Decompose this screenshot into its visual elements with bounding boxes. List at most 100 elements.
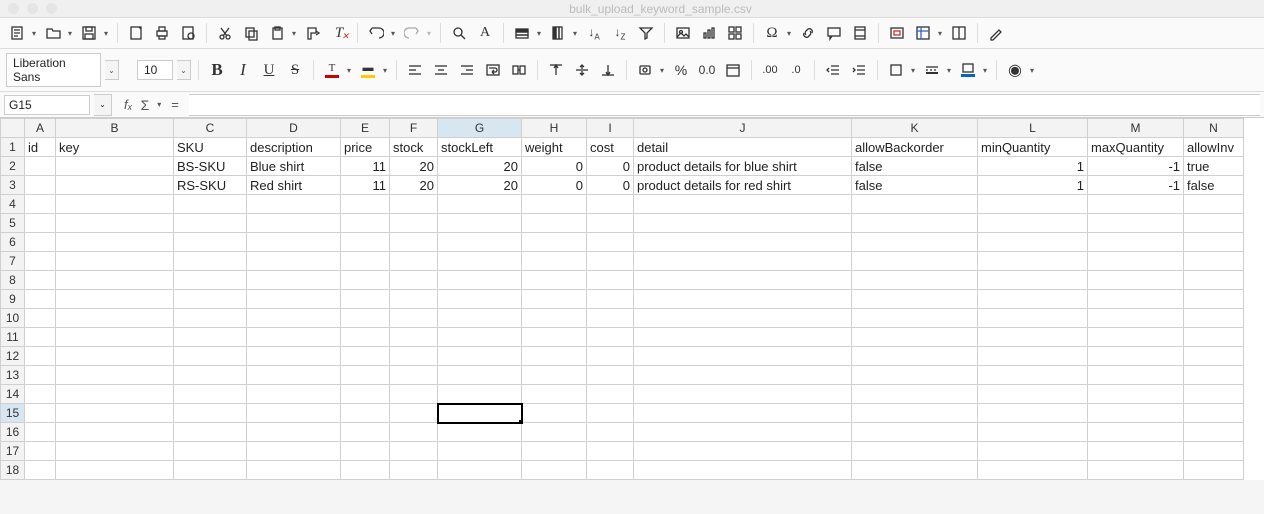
cell-J3[interactable]: product details for red shirt [634, 176, 852, 195]
cell-C8[interactable] [174, 271, 247, 290]
cell-N7[interactable] [1184, 252, 1244, 271]
cell-C1[interactable]: SKU [174, 138, 247, 157]
cell-L3[interactable]: 1 [978, 176, 1088, 195]
cell-H9[interactable] [522, 290, 587, 309]
cell-L17[interactable] [978, 442, 1088, 461]
cell-N18[interactable] [1184, 461, 1244, 480]
dropdown-icon[interactable]: ▾ [155, 100, 163, 109]
cell-D11[interactable] [247, 328, 341, 347]
col-header-L[interactable]: L [978, 119, 1088, 138]
col-header-E[interactable]: E [341, 119, 390, 138]
cell-C11[interactable] [174, 328, 247, 347]
cell-J11[interactable] [634, 328, 852, 347]
cell-K3[interactable]: false [852, 176, 978, 195]
cell-K15[interactable] [852, 404, 978, 423]
cell-A13[interactable] [25, 366, 56, 385]
cell-B1[interactable]: key [56, 138, 174, 157]
dropdown-icon[interactable]: ▾ [30, 29, 38, 38]
clone-format-icon[interactable] [302, 22, 324, 44]
cell-I14[interactable] [587, 385, 634, 404]
cell-N9[interactable] [1184, 290, 1244, 309]
add-decimal-icon[interactable]: .00 [759, 59, 781, 81]
cell-M8[interactable] [1088, 271, 1184, 290]
currency-icon[interactable] [634, 59, 656, 81]
font-name-select[interactable]: Liberation Sans [6, 53, 101, 87]
cell-L8[interactable] [978, 271, 1088, 290]
font-size-select[interactable]: 10 [137, 60, 173, 80]
cell-H15[interactable] [522, 404, 587, 423]
cell-I5[interactable] [587, 214, 634, 233]
row-header-14[interactable]: 14 [1, 385, 25, 404]
copy-icon[interactable] [240, 22, 262, 44]
special-char-icon[interactable]: Ω [761, 22, 783, 44]
cell-H13[interactable] [522, 366, 587, 385]
cell-F13[interactable] [390, 366, 438, 385]
print-preview-icon[interactable] [177, 22, 199, 44]
cell-C14[interactable] [174, 385, 247, 404]
export-pdf-icon[interactable] [125, 22, 147, 44]
cell-H18[interactable] [522, 461, 587, 480]
cell-F14[interactable] [390, 385, 438, 404]
print-icon[interactable] [151, 22, 173, 44]
cell-M4[interactable] [1088, 195, 1184, 214]
cell-D8[interactable] [247, 271, 341, 290]
cell-G6[interactable] [438, 233, 522, 252]
remove-decimal-icon[interactable]: .0 [785, 59, 807, 81]
row-header-17[interactable]: 17 [1, 442, 25, 461]
dropdown-icon[interactable]: ▾ [102, 29, 110, 38]
col-header-F[interactable]: F [390, 119, 438, 138]
cell-G4[interactable] [438, 195, 522, 214]
cell-I11[interactable] [587, 328, 634, 347]
cell-G8[interactable] [438, 271, 522, 290]
cell-D18[interactable] [247, 461, 341, 480]
cell-D14[interactable] [247, 385, 341, 404]
cell-A1[interactable]: id [25, 138, 56, 157]
align-vcenter-icon[interactable] [571, 59, 593, 81]
dropdown-icon[interactable]: ⌄ [94, 94, 112, 116]
new-doc-icon[interactable] [6, 22, 28, 44]
row-header-1[interactable]: 1 [1, 138, 25, 157]
align-right-icon[interactable] [456, 59, 478, 81]
cell-L9[interactable] [978, 290, 1088, 309]
row-header-9[interactable]: 9 [1, 290, 25, 309]
split-icon[interactable] [948, 22, 970, 44]
cell-J17[interactable] [634, 442, 852, 461]
save-icon[interactable] [78, 22, 100, 44]
dropdown-icon[interactable]: ▾ [936, 29, 944, 38]
cell-E14[interactable] [341, 385, 390, 404]
row-header-5[interactable]: 5 [1, 214, 25, 233]
align-top-icon[interactable] [545, 59, 567, 81]
cell-G18[interactable] [438, 461, 522, 480]
cell-J12[interactable] [634, 347, 852, 366]
cell-G12[interactable] [438, 347, 522, 366]
col-header-D[interactable]: D [247, 119, 341, 138]
strike-button[interactable]: S [284, 59, 306, 81]
headers-footers-icon[interactable] [849, 22, 871, 44]
cell-E6[interactable] [341, 233, 390, 252]
select-all-corner[interactable] [1, 119, 25, 138]
cell-L4[interactable] [978, 195, 1088, 214]
cell-J4[interactable] [634, 195, 852, 214]
col-header-A[interactable]: A [25, 119, 56, 138]
cell-G11[interactable] [438, 328, 522, 347]
chart-icon[interactable] [698, 22, 720, 44]
cell-N14[interactable] [1184, 385, 1244, 404]
cell-E11[interactable] [341, 328, 390, 347]
cell-E5[interactable] [341, 214, 390, 233]
cell-F4[interactable] [390, 195, 438, 214]
cell-I2[interactable]: 0 [587, 157, 634, 176]
cell-D5[interactable] [247, 214, 341, 233]
cell-N13[interactable] [1184, 366, 1244, 385]
cell-D9[interactable] [247, 290, 341, 309]
cell-G16[interactable] [438, 423, 522, 442]
cell-M15[interactable] [1088, 404, 1184, 423]
cell-F2[interactable]: 20 [390, 157, 438, 176]
cell-I7[interactable] [587, 252, 634, 271]
cell-B17[interactable] [56, 442, 174, 461]
cell-D12[interactable] [247, 347, 341, 366]
dropdown-icon[interactable]: ▾ [381, 66, 389, 75]
dropdown-icon[interactable]: ▾ [945, 66, 953, 75]
cell-I15[interactable] [587, 404, 634, 423]
wrap-text-icon[interactable] [482, 59, 504, 81]
dropdown-icon[interactable]: ▾ [658, 66, 666, 75]
